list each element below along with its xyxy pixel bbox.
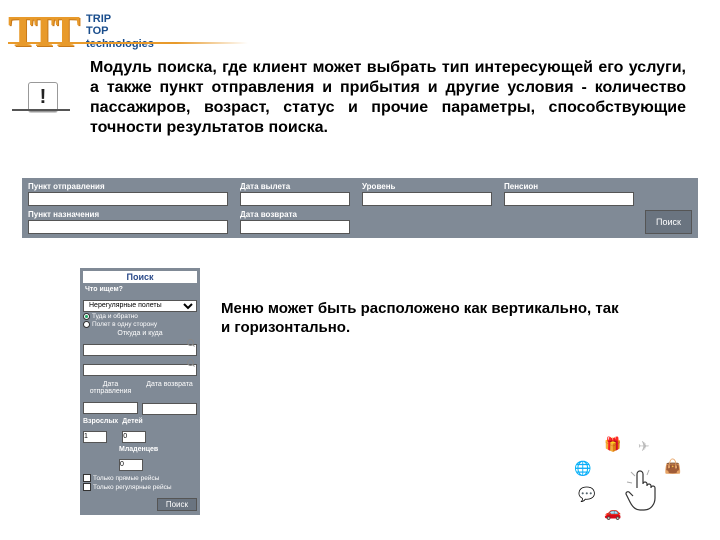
vertical-search-panel: Поиск Что ищем? Нерегулярные полеты Туда… <box>80 268 200 515</box>
v-type-select[interactable]: Нерегулярные полеты <box>83 300 197 312</box>
logo-mark: TTT <box>8 6 72 57</box>
horizontal-search-button[interactable]: Поиск <box>645 210 692 234</box>
v-title: Поиск <box>83 271 197 283</box>
v-chk-regular[interactable]: Только регулярные рейсы <box>83 483 197 491</box>
horizontal-search-panel: Пункт отправления Дата вылета Уровень Пе… <box>22 178 698 238</box>
v-out-date-input[interactable] <box>83 402 138 414</box>
radio-icon <box>83 313 90 320</box>
v-from-label: Откуда и куда <box>83 330 197 337</box>
v-what-label: Что ищем? <box>85 286 197 293</box>
v-children-input[interactable] <box>122 431 146 443</box>
v-radio-roundtrip[interactable]: Туда и обратно <box>83 313 197 320</box>
v-ret-date-label: Дата возврата <box>142 381 197 388</box>
logo: TTT TRIP TOP technologies <box>8 6 154 57</box>
checkbox-icon <box>83 483 91 491</box>
v-infants-label: Младенцев <box>119 446 158 453</box>
v-infants-input[interactable] <box>119 459 143 471</box>
logo-underline <box>8 42 248 44</box>
gift-icon: 🎁 <box>604 436 621 453</box>
v-adults-label: Взрослых <box>83 418 118 425</box>
checkbox-icon <box>83 474 91 482</box>
plane-icon: ✈ <box>638 438 650 455</box>
v-to-input[interactable] <box>83 364 197 376</box>
chat-icon: 💬 <box>578 486 595 503</box>
search-icon[interactable] <box>187 339 196 348</box>
pension-label: Пенсион <box>504 182 634 191</box>
v-chk-direct[interactable]: Только прямые рейсы <box>83 474 197 482</box>
globe-icon: 🌐 <box>574 460 591 477</box>
callout-icon: ! <box>28 82 58 112</box>
out-date-input[interactable] <box>240 192 350 206</box>
decorative-icon-cluster: 🎁 ✈ 🌐 👜 💬 🚗 <box>544 432 684 522</box>
ret-date-input[interactable] <box>240 220 350 234</box>
v-children-label: Детей <box>122 418 146 425</box>
cursor-hand-icon <box>622 466 664 514</box>
level-select[interactable] <box>362 192 492 206</box>
logo-line1: TRIP <box>86 13 154 25</box>
search-icon[interactable] <box>187 359 196 368</box>
v-radio-oneway[interactable]: Полет в одну сторону <box>83 321 197 328</box>
vertical-search-button[interactable]: Поиск <box>157 498 197 511</box>
bag-icon: 👜 <box>664 458 681 475</box>
callout-underline <box>12 109 70 111</box>
side-description: Меню может быть расположено как вертикал… <box>221 300 631 338</box>
destination-label: Пункт назначения <box>28 210 228 219</box>
v-ret-date-input[interactable] <box>142 403 197 415</box>
pension-select[interactable] <box>504 192 634 206</box>
v-out-date-label: Датаотправления <box>83 381 138 395</box>
logo-line2: TOP <box>86 25 154 37</box>
v-chk2-label: Только регулярные рейсы <box>93 484 172 491</box>
main-description: Модуль поиска, где клиент может выбрать … <box>90 58 686 138</box>
logo-text: TRIP TOP technologies <box>86 13 154 49</box>
v-radio1-label: Туда и обратно <box>92 313 138 320</box>
v-from-input[interactable] <box>83 344 197 356</box>
v-adults-input[interactable] <box>83 431 107 443</box>
radio-icon <box>83 321 90 328</box>
ret-date-label: Дата возврата <box>240 210 350 219</box>
departure-input[interactable] <box>28 192 228 206</box>
v-chk1-label: Только прямые рейсы <box>93 475 159 482</box>
out-date-label: Дата вылета <box>240 182 350 191</box>
car-icon: 🚗 <box>604 504 621 521</box>
v-radio2-label: Полет в одну сторону <box>92 321 157 328</box>
departure-label: Пункт отправления <box>28 182 228 191</box>
level-label: Уровень <box>362 182 492 191</box>
destination-input[interactable] <box>28 220 228 234</box>
